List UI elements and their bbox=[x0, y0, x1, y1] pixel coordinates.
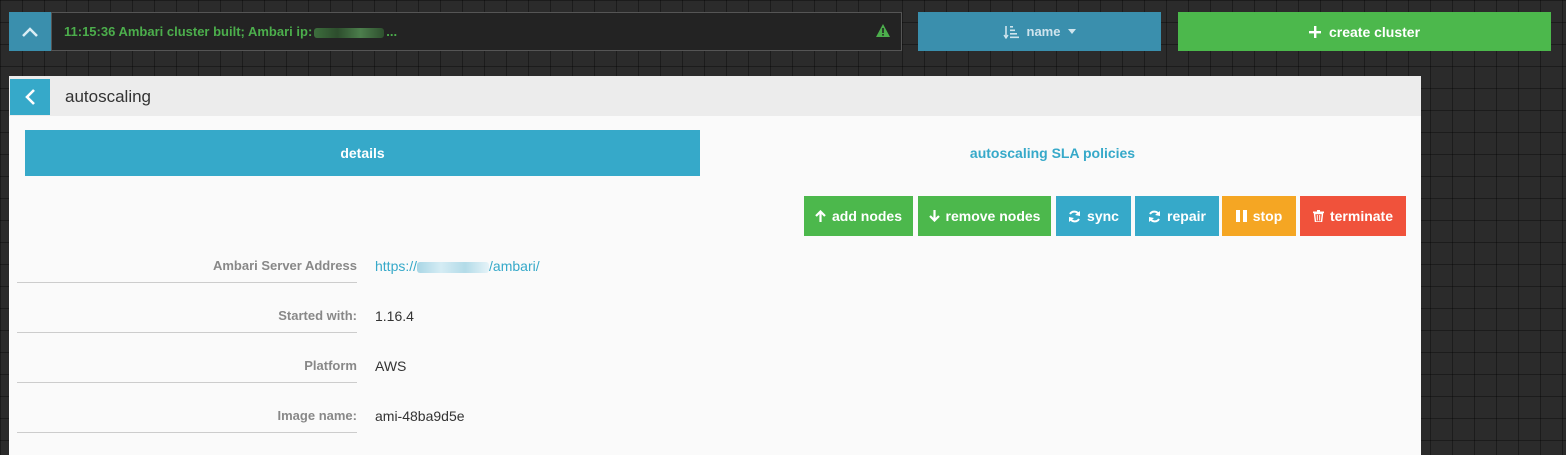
notification-text: 11:15:36 Ambari cluster built; Ambari ip… bbox=[64, 24, 398, 39]
sort-dropdown-button[interactable]: name bbox=[918, 12, 1161, 51]
pause-icon bbox=[1235, 210, 1247, 222]
detail-row-ambari-server: Ambari Server Address https:///ambari/ bbox=[17, 254, 1417, 304]
tab-autoscaling-sla-policies[interactable]: autoscaling SLA policies bbox=[700, 130, 1405, 176]
create-cluster-label: create cluster bbox=[1328, 23, 1421, 40]
create-cluster-button[interactable]: create cluster bbox=[1178, 12, 1551, 51]
repair-button[interactable]: repair bbox=[1135, 196, 1219, 236]
detail-row-platform: Platform AWS bbox=[17, 354, 1417, 404]
platform-value: AWS bbox=[375, 358, 407, 374]
warning-triangle-icon bbox=[876, 24, 890, 37]
ambari-server-link[interactable]: https:///ambari/ bbox=[375, 258, 540, 274]
panel-header: autoscaling bbox=[9, 76, 1421, 116]
platform-label: Platform bbox=[17, 354, 357, 383]
sort-amount-icon bbox=[1002, 25, 1019, 39]
plus-icon bbox=[1308, 25, 1321, 38]
stop-label: stop bbox=[1252, 208, 1283, 224]
remove-nodes-button[interactable]: remove nodes bbox=[918, 196, 1051, 236]
sync-label: sync bbox=[1087, 208, 1119, 224]
tab-details[interactable]: details bbox=[25, 130, 700, 176]
image-name-value: ami-48ba9d5e bbox=[375, 408, 465, 424]
chevron-up-icon bbox=[22, 26, 38, 37]
cluster-title: autoscaling bbox=[65, 87, 152, 106]
top-bar: 11:15:36 Ambari cluster built; Ambari ip… bbox=[0, 0, 1566, 64]
repair-label: repair bbox=[1167, 208, 1206, 224]
arrow-up-icon bbox=[815, 210, 826, 222]
chevron-left-icon bbox=[25, 89, 35, 105]
image-name-label: Image name: bbox=[17, 404, 357, 433]
arrow-down-icon bbox=[928, 210, 940, 222]
collapse-button[interactable] bbox=[9, 12, 51, 51]
trash-icon bbox=[1312, 210, 1324, 222]
terminate-label: terminate bbox=[1329, 208, 1394, 224]
detail-row-image-name: Image name: ami-48ba9d5e bbox=[17, 404, 1417, 454]
notification-bar[interactable]: 11:15:36 Ambari cluster built; Ambari ip… bbox=[51, 12, 902, 51]
cluster-details-panel: autoscaling details autoscaling SLA poli… bbox=[9, 76, 1421, 455]
ambari-server-address-label: Ambari Server Address bbox=[17, 254, 357, 283]
sort-label: name bbox=[1026, 24, 1061, 39]
ambari-server-address-value: https:///ambari/ bbox=[375, 254, 540, 278]
add-nodes-button[interactable]: add nodes bbox=[804, 196, 913, 236]
refresh-icon bbox=[1069, 210, 1081, 222]
sync-button[interactable]: sync bbox=[1056, 196, 1131, 236]
stop-button[interactable]: stop bbox=[1222, 196, 1296, 236]
back-button[interactable] bbox=[10, 79, 50, 115]
redacted-ip bbox=[314, 27, 385, 38]
detail-row-started-with: Started with: 1.16.4 bbox=[17, 304, 1417, 354]
remove-nodes-label: remove nodes bbox=[945, 208, 1041, 224]
refresh-icon bbox=[1149, 210, 1161, 222]
started-with-value: 1.16.4 bbox=[375, 308, 414, 324]
caret-down-icon bbox=[1068, 29, 1077, 34]
add-nodes-label: add nodes bbox=[831, 208, 902, 224]
terminate-button[interactable]: terminate bbox=[1300, 196, 1406, 236]
redacted-ip bbox=[417, 261, 490, 273]
started-with-label: Started with: bbox=[17, 304, 357, 333]
